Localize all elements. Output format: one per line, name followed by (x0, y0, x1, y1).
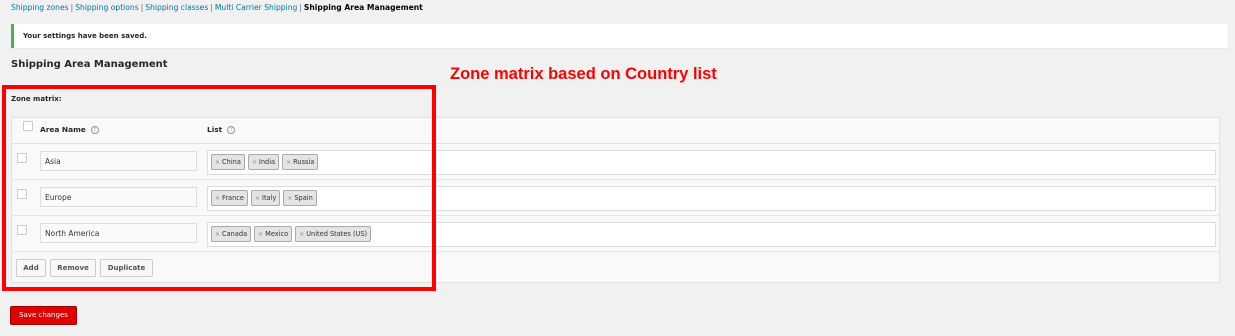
country-chip: × Russia (282, 154, 319, 170)
chip-remove-icon[interactable]: × (215, 159, 220, 166)
country-list-field[interactable]: × France × Italy × Spain (207, 186, 1216, 211)
notice-text: Your settings have been saved. (23, 32, 147, 40)
list-label: List (207, 125, 223, 134)
chip-remove-icon[interactable]: × (286, 159, 291, 166)
settings-saved-notice: Your settings have been saved. (11, 24, 1228, 48)
page-title: Shipping Area Management (11, 59, 168, 70)
duplicate-button[interactable]: Duplicate (100, 259, 153, 277)
chip-remove-icon[interactable]: × (299, 231, 304, 238)
country-chip: × Mexico (254, 226, 293, 242)
chip-label: United States (US) (306, 230, 368, 238)
country-chip: × China (211, 154, 245, 170)
chip-remove-icon[interactable]: × (252, 159, 257, 166)
chip-label: Spain (294, 194, 313, 202)
add-button[interactable]: Add (16, 259, 46, 277)
zone-matrix-header: Area Name? List? (12, 118, 1219, 144)
nav-link-shipping-options[interactable]: Shipping options (75, 3, 139, 12)
row-checkbox[interactable] (17, 153, 27, 163)
remove-button[interactable]: Remove (50, 259, 96, 277)
table-row: ×Canada×Mexico×United States (US) (12, 216, 1219, 252)
table-row: ×China×India×Russia (12, 144, 1219, 180)
column-header-list: List? (207, 125, 236, 134)
nav-separator: | (299, 3, 302, 12)
select-all-checkbox[interactable] (23, 121, 33, 131)
section-nav: Shipping zones | Shipping options | Shipping… (11, 3, 423, 12)
nav-link-shipping-classes[interactable]: Shipping classes (145, 3, 208, 12)
area-name-input[interactable] (40, 187, 197, 207)
row-checkbox[interactable] (17, 189, 27, 199)
nav-current-shipping-area-management: Shipping Area Management (303, 3, 423, 12)
country-chip: × India (247, 154, 280, 170)
table-row: ×France×Italy×Spain (12, 180, 1219, 216)
nav-link-multi-carrier-shipping[interactable]: Multi Carrier Shipping (215, 3, 298, 12)
nav-link-shipping-zones[interactable]: Shipping zones (11, 3, 69, 12)
area-name-label: Area Name (40, 125, 86, 134)
nav-separator: | (210, 3, 213, 12)
country-chip: × Canada (211, 226, 252, 242)
nav-separator: | (140, 3, 144, 12)
annotation-text: Zone matrix based on Country list (450, 65, 717, 83)
chip-remove-icon[interactable]: × (215, 231, 220, 238)
country-chip: × United States (US) (295, 226, 372, 242)
column-header-area-name: Area Name? (40, 125, 99, 134)
country-list-field[interactable]: × China × India × Russia (207, 150, 1216, 175)
chip-remove-icon[interactable]: × (215, 195, 220, 202)
row-checkbox[interactable] (17, 225, 27, 235)
chip-remove-icon[interactable]: × (255, 195, 260, 202)
help-icon[interactable]: ? (90, 126, 99, 134)
chip-label: France (222, 194, 244, 202)
help-icon[interactable]: ? (227, 126, 236, 134)
chip-label: Russia (293, 158, 315, 166)
area-name-input[interactable] (40, 223, 197, 243)
zone-matrix-label: Zone matrix: (11, 95, 62, 103)
country-chip: × Italy (250, 190, 281, 206)
save-changes-button[interactable]: Save changes (10, 306, 77, 325)
chip-remove-icon[interactable]: × (258, 231, 263, 238)
chip-label: India (258, 158, 276, 166)
chip-label: Mexico (265, 230, 289, 238)
chip-remove-icon[interactable]: × (287, 195, 292, 202)
country-list-field[interactable]: × Canada × Mexico × United States (US) (207, 222, 1216, 247)
chip-label: China (222, 158, 241, 166)
nav-separator: | (70, 3, 74, 12)
country-chip: × Spain (283, 190, 317, 206)
chip-label: Canada (222, 230, 248, 238)
zone-matrix-table: Area Name? List? ×China×India×Russia ×Fr… (11, 117, 1220, 283)
area-name-input[interactable] (40, 151, 197, 171)
country-chip: × France (211, 190, 248, 206)
chip-label: Italy (262, 194, 277, 202)
